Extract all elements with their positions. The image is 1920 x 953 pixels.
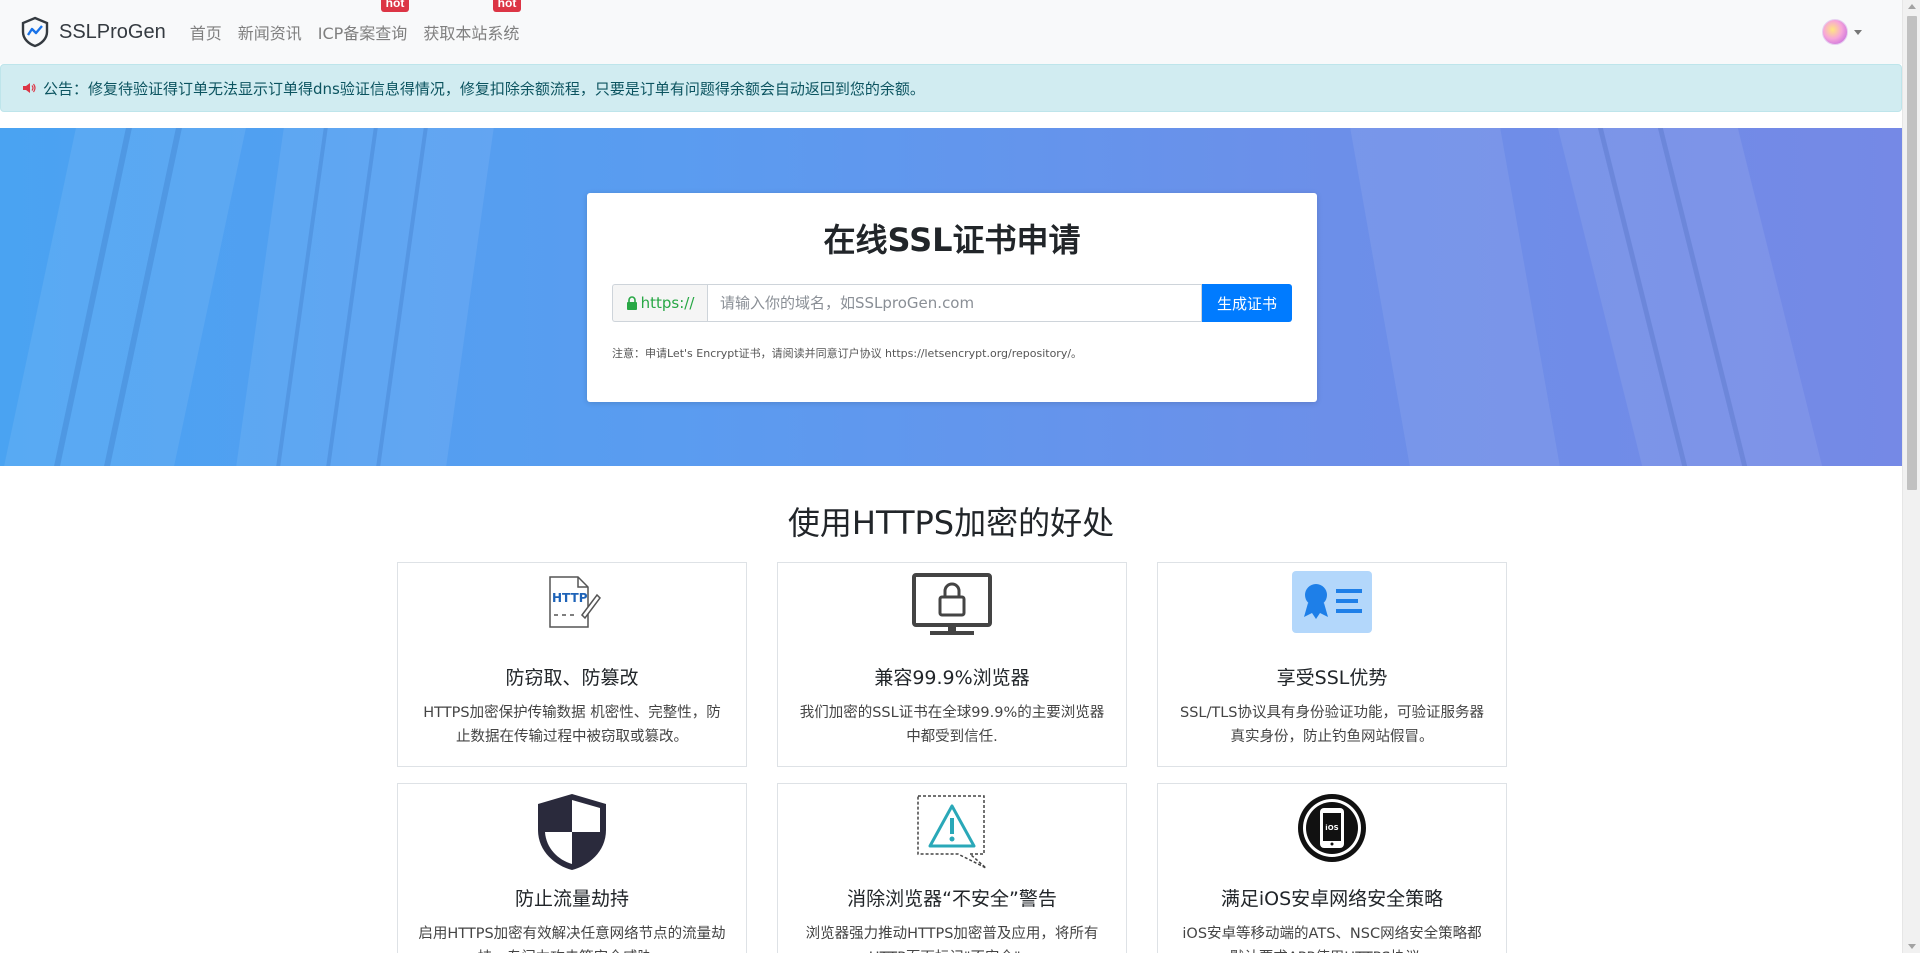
feature-desc: 启用HTTPS加密有效解决任意网络节点的流量劫持，专门力攻击等安全威胁。 [418, 926, 726, 953]
monitor-lock-icon [912, 573, 992, 635]
feature-title: 防止流量劫持 [514, 888, 629, 910]
scrollbar[interactable] [1902, 0, 1920, 953]
certificate-icon [1292, 571, 1372, 633]
feature-card: 享受SSL优势 SSL/TLS协议具有身份验证功能，可验证服务器真实身份，防止钓… [1157, 562, 1507, 767]
https-prefix: https:// [612, 284, 707, 322]
feature-card: iOS 满足iOS安卓网络安全策略 iOS安卓等移动端的ATS、NSC网络安全策… [1157, 783, 1507, 953]
ios-phone-icon: iOS [1298, 794, 1366, 862]
certificate-request-card: 在线SSL证书申请 https:// 生成证书 注意：申请Let's Encry… [587, 193, 1317, 402]
feature-card: 防止流量劫持 启用HTTPS加密有效解决任意网络节点的流量劫持，专门力攻击等安全… [397, 783, 747, 953]
generate-certificate-button[interactable]: 生成证书 [1202, 284, 1292, 322]
agreement-note: 注意：申请Let's Encrypt证书，请阅读并同意订户协议 https://… [612, 347, 1083, 360]
svg-text:HTTP: HTTP [552, 591, 588, 605]
http-document-icon: HTTP [549, 576, 601, 628]
feature-desc: 我们加密的SSL证书在全球99.9%的主要浏览器中都受到信任. [799, 705, 1105, 745]
scroll-down-arrow-icon[interactable] [1908, 944, 1916, 949]
announcement-bar: 公告：修复待验证得订单无法显示订单得dns验证信息得情况，修复扣除余额流程，只要… [0, 64, 1902, 112]
lock-icon [626, 296, 637, 310]
nav-item-get-system[interactable]: 获取本站系统 hot [423, 0, 522, 44]
domain-input[interactable] [707, 284, 1202, 322]
feature-card: HTTP 防窃取、防篡改 HTTPS加密保护传输数据 机密性、完整性，防止数据在… [397, 562, 747, 767]
feature-card: 兼容99.9%浏览器 我们加密的SSL证书在全球99.9%的主要浏览器中都受到信… [777, 562, 1127, 767]
nav-item-icp[interactable]: ICP备案查询 hot [317, 0, 410, 44]
shield-logo-icon [21, 16, 49, 48]
hot-badge: hot [492, 0, 522, 12]
hot-badge: hot [380, 0, 410, 12]
nav-item-label: ICP备案查询 [317, 24, 408, 43]
scroll-thumb[interactable] [1907, 16, 1917, 490]
speaker-icon [23, 83, 36, 93]
feature-desc: SSL/TLS协议具有身份验证功能，可验证服务器真实身份，防止钓鱼网站假冒。 [1179, 705, 1484, 745]
feature-desc: iOS安卓等移动端的ATS、NSC网络安全策略都默认要求APP使用HTTPS协议… [1182, 926, 1482, 953]
https-prefix-text: https:// [640, 294, 695, 312]
brand-name: SSLProGen [59, 20, 166, 43]
feature-title: 消除浏览器“不安全”警告 [847, 888, 1057, 910]
warning-icon [917, 795, 987, 869]
feature-title: 满足iOS安卓网络安全策略 [1220, 888, 1444, 910]
navbar: SSLProGen 首页 新闻资讯 ICP备案查询 hot 获取本站系统 hot [0, 0, 1902, 64]
shield-icon [538, 794, 606, 870]
nav-links: 首页 新闻资讯 ICP备案查询 hot 获取本站系统 hot [190, 0, 536, 44]
avatar [1822, 19, 1848, 45]
section-title: 使用HTTPS加密的好处 [787, 504, 1115, 542]
scroll-up-arrow-icon[interactable] [1908, 4, 1916, 9]
feature-desc: HTTPS加密保护传输数据 机密性、完整性，防止数据在传输过程中被窃取或篡改。 [423, 705, 721, 745]
svg-text:iOS: iOS [1325, 824, 1338, 832]
feature-title: 享受SSL优势 [1276, 667, 1388, 689]
chevron-down-icon [1854, 29, 1862, 35]
feature-title: 兼容99.9%浏览器 [874, 667, 1030, 689]
feature-card: 消除浏览器“不安全”警告 浏览器强力推动HTTPS加密普及应用，将所有HTTP页… [777, 783, 1127, 953]
nav-item-home[interactable]: 首页 [190, 20, 222, 44]
domain-input-group: https:// 生成证书 [612, 284, 1292, 322]
feature-title: 防窃取、防篡改 [505, 667, 639, 689]
user-menu[interactable] [1822, 19, 1862, 45]
nav-item-label: 获取本站系统 [423, 24, 520, 43]
nav-item-label: 新闻资讯 [237, 24, 302, 43]
feature-desc: 浏览器强力推动HTTPS加密普及应用，将所有HTTP页面标记"不安全"。 [805, 926, 1099, 953]
announcement-text: 公告：修复待验证得订单无法显示订单得dns验证信息得情况，修复扣除余额流程，只要… [43, 79, 925, 98]
nav-item-news[interactable]: 新闻资讯 [238, 20, 302, 44]
hero-title: 在线SSL证书申请 [823, 221, 1081, 259]
brand[interactable]: SSLProGen [19, 16, 166, 48]
nav-item-label: 首页 [189, 24, 222, 43]
